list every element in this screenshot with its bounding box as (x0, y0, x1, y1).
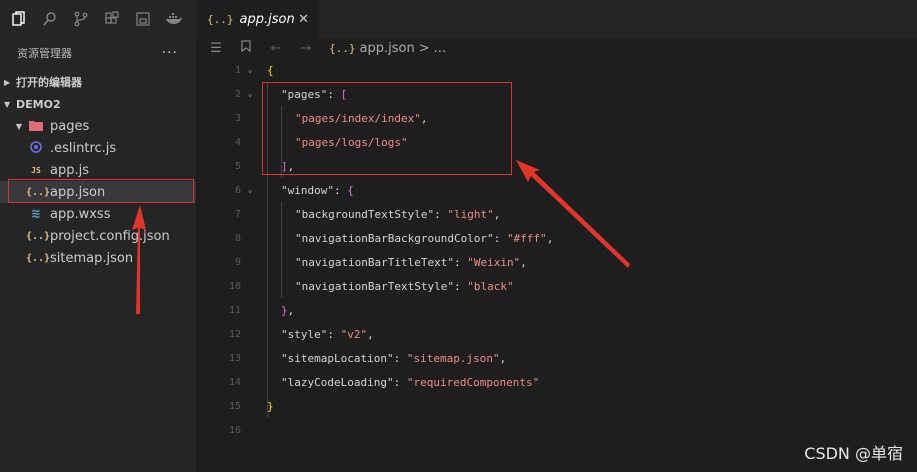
arrow-up-icon (132, 205, 146, 314)
annotation-arrows (132, 160, 630, 314)
watermark: CSDN @单宿 (804, 444, 903, 463)
arrow-diagonal-icon (516, 160, 630, 268)
